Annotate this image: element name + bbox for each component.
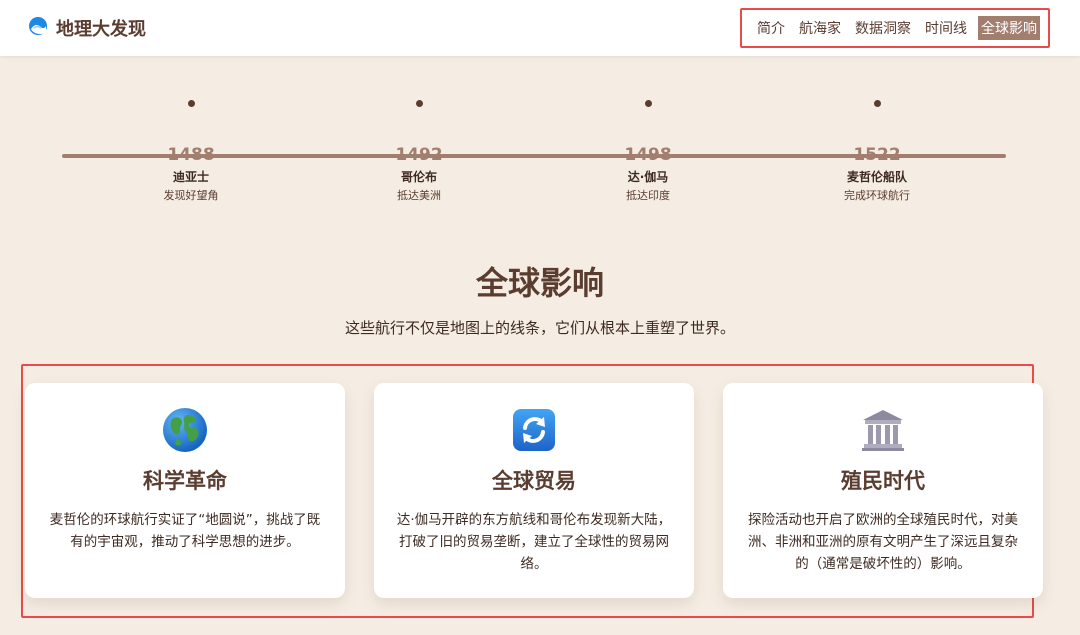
nav-item-timeline[interactable]: 时间线 — [918, 16, 974, 40]
timeline-year: 1498 — [624, 145, 672, 165]
card-text: 麦哲伦的环球航行实证了“地圆说”，挑战了既有的宇宙观，推动了科学思想的进步。 — [49, 512, 321, 550]
timeline-desc: 抵达美洲 — [397, 189, 441, 202]
section-subtitle: 这些航行不仅是地图上的线条，它们从根本上重塑了世界。 — [344, 319, 735, 337]
impact-card-trade: 全球贸易 达·伽马开辟的东方航线和哥伦布发现新大陆，打破了旧的贸易垄断，建立了全… — [374, 383, 694, 598]
impact-card-science: 科学革命 麦哲伦的环球航行实证了“地圆说”，挑战了既有的宇宙观，推动了科学思想的… — [25, 383, 345, 598]
timeline-desc: 完成环球航行 — [844, 189, 910, 202]
refresh-icon — [511, 407, 557, 453]
timeline-dot — [873, 100, 881, 107]
timeline-desc: 抵达印度 — [626, 189, 670, 202]
timeline-desc: 发现好望角 — [163, 189, 219, 202]
nav-item-data-insights[interactable]: 数据洞察 — [848, 16, 918, 40]
card-title: 全球贸易 — [492, 469, 576, 493]
timeline-year: 1492 — [395, 145, 443, 165]
section-title: 全球影响 — [475, 264, 604, 302]
card-text: 探险活动也开启了欧洲的全球殖民时代，对美洲、非洲和亚洲的原有文明产生了深远且复杂… — [748, 512, 1018, 572]
main-nav: 简介 航海家 数据洞察 时间线 全球影响 — [740, 8, 1050, 48]
timeline-dot — [644, 100, 652, 107]
classical-building-icon — [860, 407, 906, 453]
timeline-dot — [415, 100, 423, 107]
timeline-item: 1488 迪亚士 发现好望角 — [111, 90, 271, 203]
card-title: 殖民时代 — [841, 469, 925, 493]
timeline-name: 麦哲伦船队 — [846, 170, 907, 184]
timeline-name: 迪亚士 — [172, 170, 209, 184]
card-title: 科学革命 — [143, 469, 227, 493]
timeline-item: 1498 达·伽马 抵达印度 — [568, 90, 728, 203]
impact-card-colonial: 殖民时代 探险活动也开启了欧洲的全球殖民时代，对美洲、非洲和亚洲的原有文明产生了… — [723, 383, 1043, 598]
wave-logo-icon — [28, 16, 48, 40]
timeline-item: 1522 麦哲伦船队 完成环球航行 — [797, 90, 957, 203]
nav-item-navigators[interactable]: 航海家 — [792, 16, 848, 40]
timeline-name: 哥伦布 — [400, 170, 437, 184]
nav-item-global-impact[interactable]: 全球影响 — [978, 16, 1040, 40]
timeline-year: 1522 — [853, 145, 901, 165]
globe-icon — [162, 407, 208, 453]
timeline-item: 1492 哥伦布 抵达美洲 — [339, 90, 499, 203]
nav-item-intro[interactable]: 简介 — [750, 16, 792, 40]
timeline: 1488 迪亚士 发现好望角 1492 哥伦布 抵达美洲 1498 达·伽马 抵… — [62, 90, 1006, 210]
timeline-dot — [187, 100, 195, 107]
card-text: 达·伽马开辟的东方航线和哥伦布发现新大陆，打破了旧的贸易垄断，建立了全球性的贸易… — [396, 512, 672, 572]
brand[interactable]: 地理大发现 — [28, 15, 146, 41]
timeline-year: 1488 — [167, 145, 215, 165]
brand-title: 地理大发现 — [56, 19, 146, 40]
timeline-name: 达·伽马 — [627, 170, 669, 184]
top-header: 地理大发现 简介 航海家 数据洞察 时间线 全球影响 — [0, 0, 1080, 56]
